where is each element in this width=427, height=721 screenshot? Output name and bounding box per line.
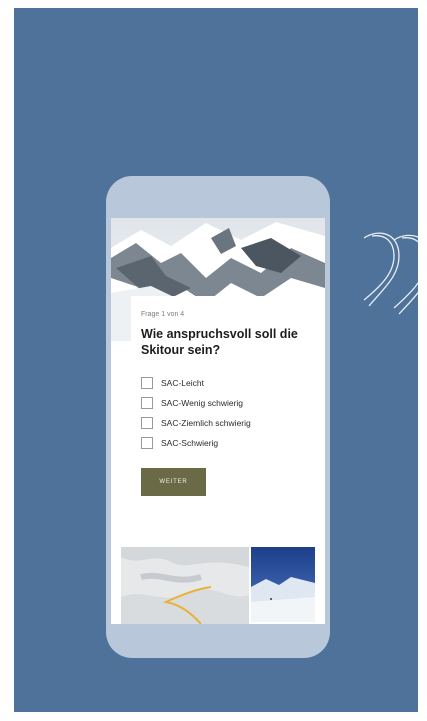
option-sac-ziemlich-schwierig[interactable]: SAC-Ziemlich schwierig (141, 413, 251, 433)
route-map-thumbnail[interactable] (121, 547, 249, 624)
option-label: SAC-Leicht (161, 378, 204, 388)
option-sac-schwierig[interactable]: SAC-Schwierig (141, 433, 251, 453)
options-list: SAC-Leicht SAC-Wenig schwierig SAC-Zieml… (141, 373, 251, 453)
quiz-card: Frage 1 von 4 Wie anspruchsvoll soll die… (131, 296, 325, 526)
option-label: SAC-Ziemlich schwierig (161, 418, 251, 428)
next-button[interactable]: WEITER (141, 468, 206, 496)
quote-mark-outline-icon (363, 232, 418, 315)
checkbox[interactable] (141, 377, 153, 389)
presentation-background: Frage 1 von 4 Wie anspruchsvoll soll die… (14, 8, 418, 712)
option-label: SAC-Wenig schwierig (161, 398, 244, 408)
option-sac-wenig-schwierig[interactable]: SAC-Wenig schwierig (141, 393, 251, 413)
step-indicator: Frage 1 von 4 (141, 311, 185, 318)
phone-screen: Frage 1 von 4 Wie anspruchsvoll soll die… (111, 218, 325, 624)
checkbox[interactable] (141, 437, 153, 449)
checkbox[interactable] (141, 397, 153, 409)
photo-thumbnail-snowfield[interactable] (251, 547, 315, 622)
phone-mockup: Frage 1 von 4 Wie anspruchsvoll soll die… (106, 176, 330, 658)
checkbox[interactable] (141, 417, 153, 429)
question-title: Wie anspruchsvoll soll die Skitour sein? (141, 327, 298, 357)
option-label: SAC-Schwierig (161, 438, 219, 448)
option-sac-leicht[interactable]: SAC-Leicht (141, 373, 251, 393)
